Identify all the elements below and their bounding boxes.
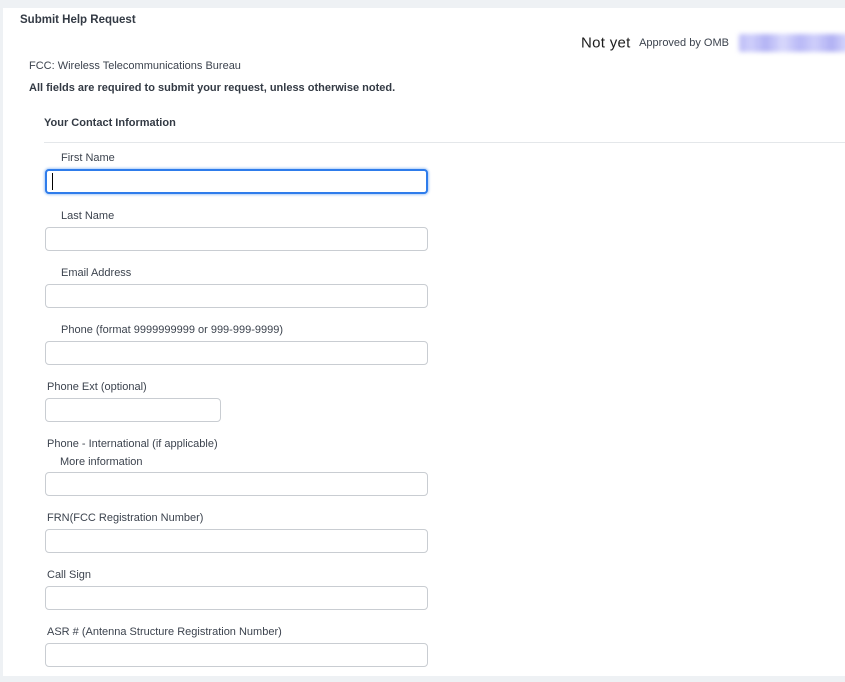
field-label-call-sign: Call Sign — [47, 568, 428, 582]
required-fields-note: All fields are required to submit your r… — [29, 82, 395, 94]
field-input-wrap-phone-international — [45, 472, 428, 496]
field-group-phone: Phone (format 9999999999 or 999-999-9999… — [45, 323, 428, 365]
field-input-wrap-phone — [45, 341, 428, 365]
call-sign-input[interactable] — [45, 586, 428, 610]
field-label-email-address: Email Address — [61, 266, 428, 280]
omb-approved-by-label: Approved by OMB — [639, 37, 729, 49]
field-group-email-address: Email Address — [45, 266, 428, 308]
field-group-frn: FRN(FCC Registration Number) — [45, 511, 428, 553]
field-input-wrap-frn — [45, 529, 428, 553]
field-label-last-name: Last Name — [61, 209, 428, 223]
omb-control-number-redacted — [739, 34, 845, 52]
section-heading-contact-information: Your Contact Information — [44, 117, 176, 129]
field-sublabel-phone-international: More information — [60, 455, 428, 469]
phone-input[interactable] — [45, 341, 428, 365]
section-divider — [44, 142, 845, 143]
field-label-phone: Phone (format 9999999999 or 999-999-9999… — [61, 323, 428, 337]
field-label-phone-ext: Phone Ext (optional) — [47, 380, 428, 394]
last-name-input[interactable] — [45, 227, 428, 251]
omb-not-yet-text: Not yet — [581, 35, 631, 52]
contact-form: First Name Last Name Email Address Phone (f… — [45, 151, 428, 682]
field-group-phone-ext: Phone Ext (optional) — [45, 380, 428, 422]
field-input-wrap-first-name — [45, 169, 428, 194]
field-group-first-name: First Name — [45, 151, 428, 194]
field-group-last-name: Last Name — [45, 209, 428, 251]
field-input-wrap-phone-ext — [45, 398, 428, 422]
field-group-phone-international: Phone - International (if applicable) Mor… — [45, 437, 428, 496]
field-group-call-sign: Call Sign — [45, 568, 428, 610]
omb-approval-note: Not yet Approved by OMB — [581, 34, 845, 52]
field-label-first-name: First Name — [61, 151, 428, 165]
phone-international-input[interactable] — [45, 472, 428, 496]
field-group-asr-number: ASR # (Antenna Structure Registration Nu… — [45, 625, 428, 667]
asr-number-input[interactable] — [45, 643, 428, 667]
field-label-asr-number: ASR # (Antenna Structure Registration Nu… — [47, 625, 428, 639]
email-address-input[interactable] — [45, 284, 428, 308]
text-cursor — [52, 173, 53, 190]
page-title: Submit Help Request — [20, 14, 136, 26]
field-input-wrap-email-address — [45, 284, 428, 308]
field-input-wrap-asr-number — [45, 643, 428, 667]
phone-ext-input[interactable] — [45, 398, 221, 422]
field-input-wrap-call-sign — [45, 586, 428, 610]
bureau-line: FCC: Wireless Telecommunications Bureau — [29, 60, 241, 72]
field-input-wrap-last-name — [45, 227, 428, 251]
field-label-phone-international: Phone - International (if applicable) — [47, 437, 428, 451]
page-content: Submit Help Request Not yet Approved by … — [3, 8, 845, 676]
field-label-frn: FRN(FCC Registration Number) — [47, 511, 428, 525]
frn-input[interactable] — [45, 529, 428, 553]
first-name-input[interactable] — [45, 169, 428, 194]
